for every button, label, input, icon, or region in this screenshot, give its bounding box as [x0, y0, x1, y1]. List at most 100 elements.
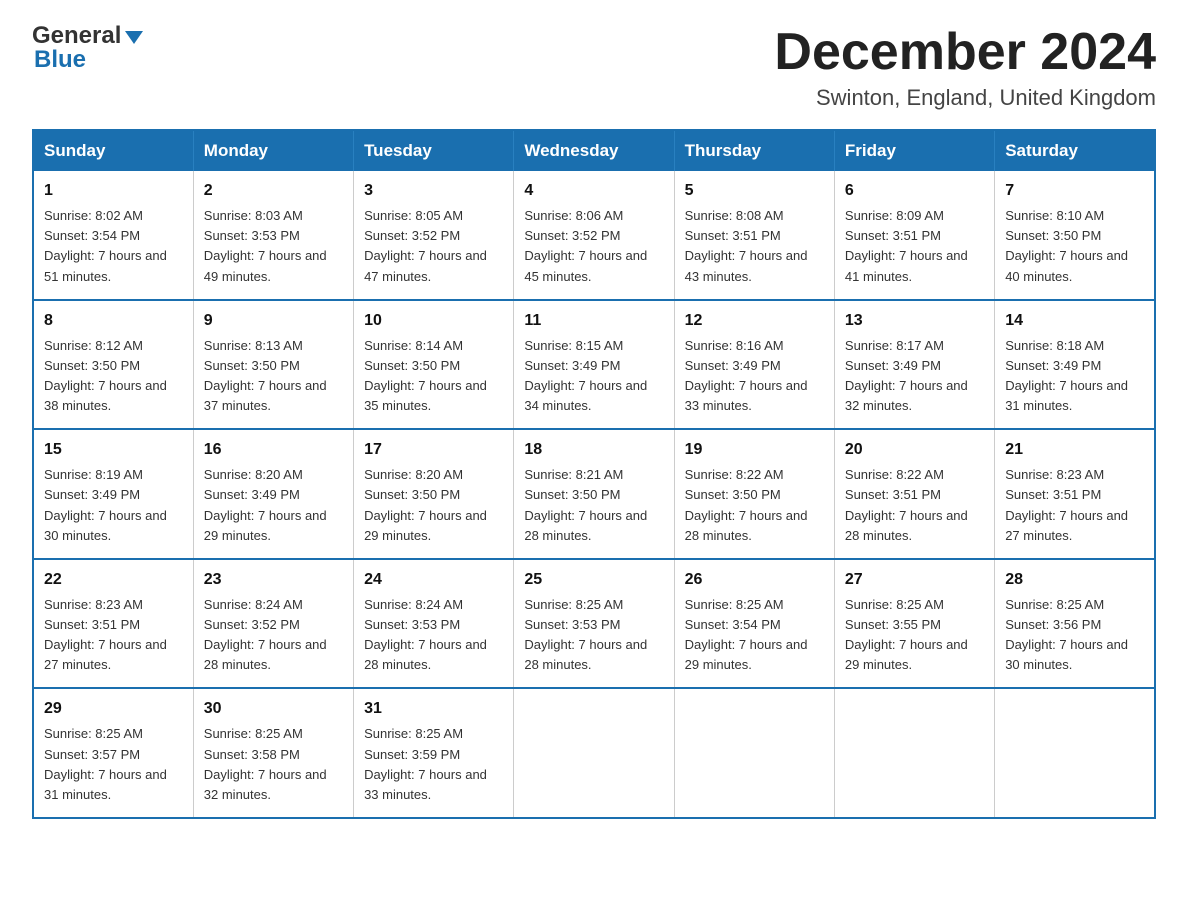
title-area: December 2024 Swinton, England, United K…: [774, 24, 1156, 111]
day-number: 5: [685, 179, 824, 203]
day-info: Sunrise: 8:25 AMSunset: 3:58 PMDaylight:…: [204, 724, 343, 805]
calendar-cell: 16 Sunrise: 8:20 AMSunset: 3:49 PMDayligh…: [193, 429, 353, 559]
day-number: 22: [44, 568, 183, 592]
calendar-cell: 1Sunrise: 8:02 AMSunset: 3:54 PMDaylight…: [33, 171, 193, 300]
day-number: 6: [845, 179, 984, 203]
calendar-cell: 25 Sunrise: 8:25 AMSunset: 3:53 PMDayligh…: [514, 559, 674, 689]
day-info: Sunrise: 8:24 AMSunset: 3:52 PMDaylight:…: [204, 595, 343, 676]
calendar-cell: 26 Sunrise: 8:25 AMSunset: 3:54 PMDayligh…: [674, 559, 834, 689]
day-info: Sunrise: 8:18 AMSunset: 3:49 PMDaylight:…: [1005, 336, 1144, 417]
calendar-cell: 4Sunrise: 8:06 AMSunset: 3:52 PMDaylight…: [514, 171, 674, 300]
day-number: 17: [364, 438, 503, 462]
calendar-header-friday: Friday: [834, 130, 994, 171]
day-info: Sunrise: 8:21 AMSunset: 3:50 PMDaylight:…: [524, 465, 663, 546]
day-number: 24: [364, 568, 503, 592]
calendar-week-row: 1Sunrise: 8:02 AMSunset: 3:54 PMDaylight…: [33, 171, 1155, 300]
day-number: 9: [204, 309, 343, 333]
calendar-week-row: 22 Sunrise: 8:23 AMSunset: 3:51 PMDayligh…: [33, 559, 1155, 689]
day-info: Sunrise: 8:22 AMSunset: 3:51 PMDaylight:…: [845, 465, 984, 546]
day-info: Sunrise: 8:16 AMSunset: 3:49 PMDaylight:…: [685, 336, 824, 417]
day-info: Sunrise: 8:25 AMSunset: 3:57 PMDaylight:…: [44, 724, 183, 805]
day-info: Sunrise: 8:12 AMSunset: 3:50 PMDaylight:…: [44, 336, 183, 417]
day-info: Sunrise: 8:23 AMSunset: 3:51 PMDaylight:…: [44, 595, 183, 676]
calendar-cell: 15Sunrise: 8:19 AMSunset: 3:49 PMDayligh…: [33, 429, 193, 559]
calendar-cell: 27Sunrise: 8:25 AMSunset: 3:55 PMDayligh…: [834, 559, 994, 689]
calendar-header-thursday: Thursday: [674, 130, 834, 171]
day-number: 16: [204, 438, 343, 462]
day-info: Sunrise: 8:20 AMSunset: 3:49 PMDaylight:…: [204, 465, 343, 546]
calendar-cell: 29 Sunrise: 8:25 AMSunset: 3:57 PMDayligh…: [33, 688, 193, 818]
calendar-cell: 5 Sunrise: 8:08 AMSunset: 3:51 PMDaylight…: [674, 171, 834, 300]
day-number: 1: [44, 179, 183, 203]
calendar-cell: 11 Sunrise: 8:15 AMSunset: 3:49 PMDayligh…: [514, 300, 674, 430]
calendar-cell: [674, 688, 834, 818]
day-info: Sunrise: 8:08 AMSunset: 3:51 PMDaylight:…: [685, 206, 824, 287]
calendar-cell: [995, 688, 1155, 818]
day-number: 21: [1005, 438, 1144, 462]
calendar-cell: 30 Sunrise: 8:25 AMSunset: 3:58 PMDayligh…: [193, 688, 353, 818]
day-info: Sunrise: 8:20 AMSunset: 3:50 PMDaylight:…: [364, 465, 503, 546]
calendar-cell: 3 Sunrise: 8:05 AMSunset: 3:52 PMDaylight…: [354, 171, 514, 300]
calendar-cell: 8 Sunrise: 8:12 AMSunset: 3:50 PMDaylight…: [33, 300, 193, 430]
day-info: Sunrise: 8:25 AMSunset: 3:53 PMDaylight:…: [524, 595, 663, 676]
day-number: 27: [845, 568, 984, 592]
calendar-cell: 24Sunrise: 8:24 AMSunset: 3:53 PMDayligh…: [354, 559, 514, 689]
calendar-cell: 6 Sunrise: 8:09 AMSunset: 3:51 PMDaylight…: [834, 171, 994, 300]
calendar-header-wednesday: Wednesday: [514, 130, 674, 171]
day-number: 2: [204, 179, 343, 203]
calendar-week-row: 15Sunrise: 8:19 AMSunset: 3:49 PMDayligh…: [33, 429, 1155, 559]
day-info: Sunrise: 8:09 AMSunset: 3:51 PMDaylight:…: [845, 206, 984, 287]
calendar-cell: [834, 688, 994, 818]
calendar-cell: 23Sunrise: 8:24 AMSunset: 3:52 PMDayligh…: [193, 559, 353, 689]
day-info: Sunrise: 8:13 AMSunset: 3:50 PMDaylight:…: [204, 336, 343, 417]
calendar-week-row: 8 Sunrise: 8:12 AMSunset: 3:50 PMDaylight…: [33, 300, 1155, 430]
logo-general-text: General: [32, 24, 121, 48]
day-number: 14: [1005, 309, 1144, 333]
calendar-header-tuesday: Tuesday: [354, 130, 514, 171]
calendar-cell: 21 Sunrise: 8:23 AMSunset: 3:51 PMDayligh…: [995, 429, 1155, 559]
day-number: 3: [364, 179, 503, 203]
day-number: 8: [44, 309, 183, 333]
calendar-cell: 18 Sunrise: 8:21 AMSunset: 3:50 PMDayligh…: [514, 429, 674, 559]
day-info: Sunrise: 8:14 AMSunset: 3:50 PMDaylight:…: [364, 336, 503, 417]
calendar-cell: 13Sunrise: 8:17 AMSunset: 3:49 PMDayligh…: [834, 300, 994, 430]
day-info: Sunrise: 8:25 AMSunset: 3:56 PMDaylight:…: [1005, 595, 1144, 676]
location-label: Swinton, England, United Kingdom: [774, 85, 1156, 111]
day-number: 11: [524, 309, 663, 333]
logo-blue-text: Blue: [32, 48, 143, 72]
day-info: Sunrise: 8:25 AMSunset: 3:59 PMDaylight:…: [364, 724, 503, 805]
day-info: Sunrise: 8:10 AMSunset: 3:50 PMDaylight:…: [1005, 206, 1144, 287]
calendar-cell: 19Sunrise: 8:22 AMSunset: 3:50 PMDayligh…: [674, 429, 834, 559]
day-number: 20: [845, 438, 984, 462]
calendar-cell: 2Sunrise: 8:03 AMSunset: 3:53 PMDaylight…: [193, 171, 353, 300]
calendar-week-row: 29 Sunrise: 8:25 AMSunset: 3:57 PMDayligh…: [33, 688, 1155, 818]
day-number: 12: [685, 309, 824, 333]
logo-triangle-icon: [125, 31, 143, 44]
calendar-cell: 9 Sunrise: 8:13 AMSunset: 3:50 PMDaylight…: [193, 300, 353, 430]
calendar-cell: 31Sunrise: 8:25 AMSunset: 3:59 PMDayligh…: [354, 688, 514, 818]
month-title: December 2024: [774, 24, 1156, 81]
day-number: 30: [204, 697, 343, 721]
calendar-header-row: SundayMondayTuesdayWednesdayThursdayFrid…: [33, 130, 1155, 171]
calendar-cell: 17 Sunrise: 8:20 AMSunset: 3:50 PMDayligh…: [354, 429, 514, 559]
page-header: General Blue December 2024 Swinton, Engl…: [32, 24, 1156, 111]
day-number: 26: [685, 568, 824, 592]
logo: General Blue: [32, 24, 143, 72]
day-info: Sunrise: 8:25 AMSunset: 3:54 PMDaylight:…: [685, 595, 824, 676]
day-number: 18: [524, 438, 663, 462]
day-number: 19: [685, 438, 824, 462]
calendar-cell: 28 Sunrise: 8:25 AMSunset: 3:56 PMDayligh…: [995, 559, 1155, 689]
day-info: Sunrise: 8:23 AMSunset: 3:51 PMDaylight:…: [1005, 465, 1144, 546]
day-number: 10: [364, 309, 503, 333]
calendar-table: SundayMondayTuesdayWednesdayThursdayFrid…: [32, 129, 1156, 819]
day-number: 25: [524, 568, 663, 592]
day-number: 29: [44, 697, 183, 721]
calendar-cell: 12 Sunrise: 8:16 AMSunset: 3:49 PMDayligh…: [674, 300, 834, 430]
day-info: Sunrise: 8:19 AMSunset: 3:49 PMDaylight:…: [44, 465, 183, 546]
calendar-header-saturday: Saturday: [995, 130, 1155, 171]
day-number: 28: [1005, 568, 1144, 592]
day-number: 13: [845, 309, 984, 333]
day-info: Sunrise: 8:05 AMSunset: 3:52 PMDaylight:…: [364, 206, 503, 287]
day-info: Sunrise: 8:15 AMSunset: 3:49 PMDaylight:…: [524, 336, 663, 417]
day-number: 7: [1005, 179, 1144, 203]
